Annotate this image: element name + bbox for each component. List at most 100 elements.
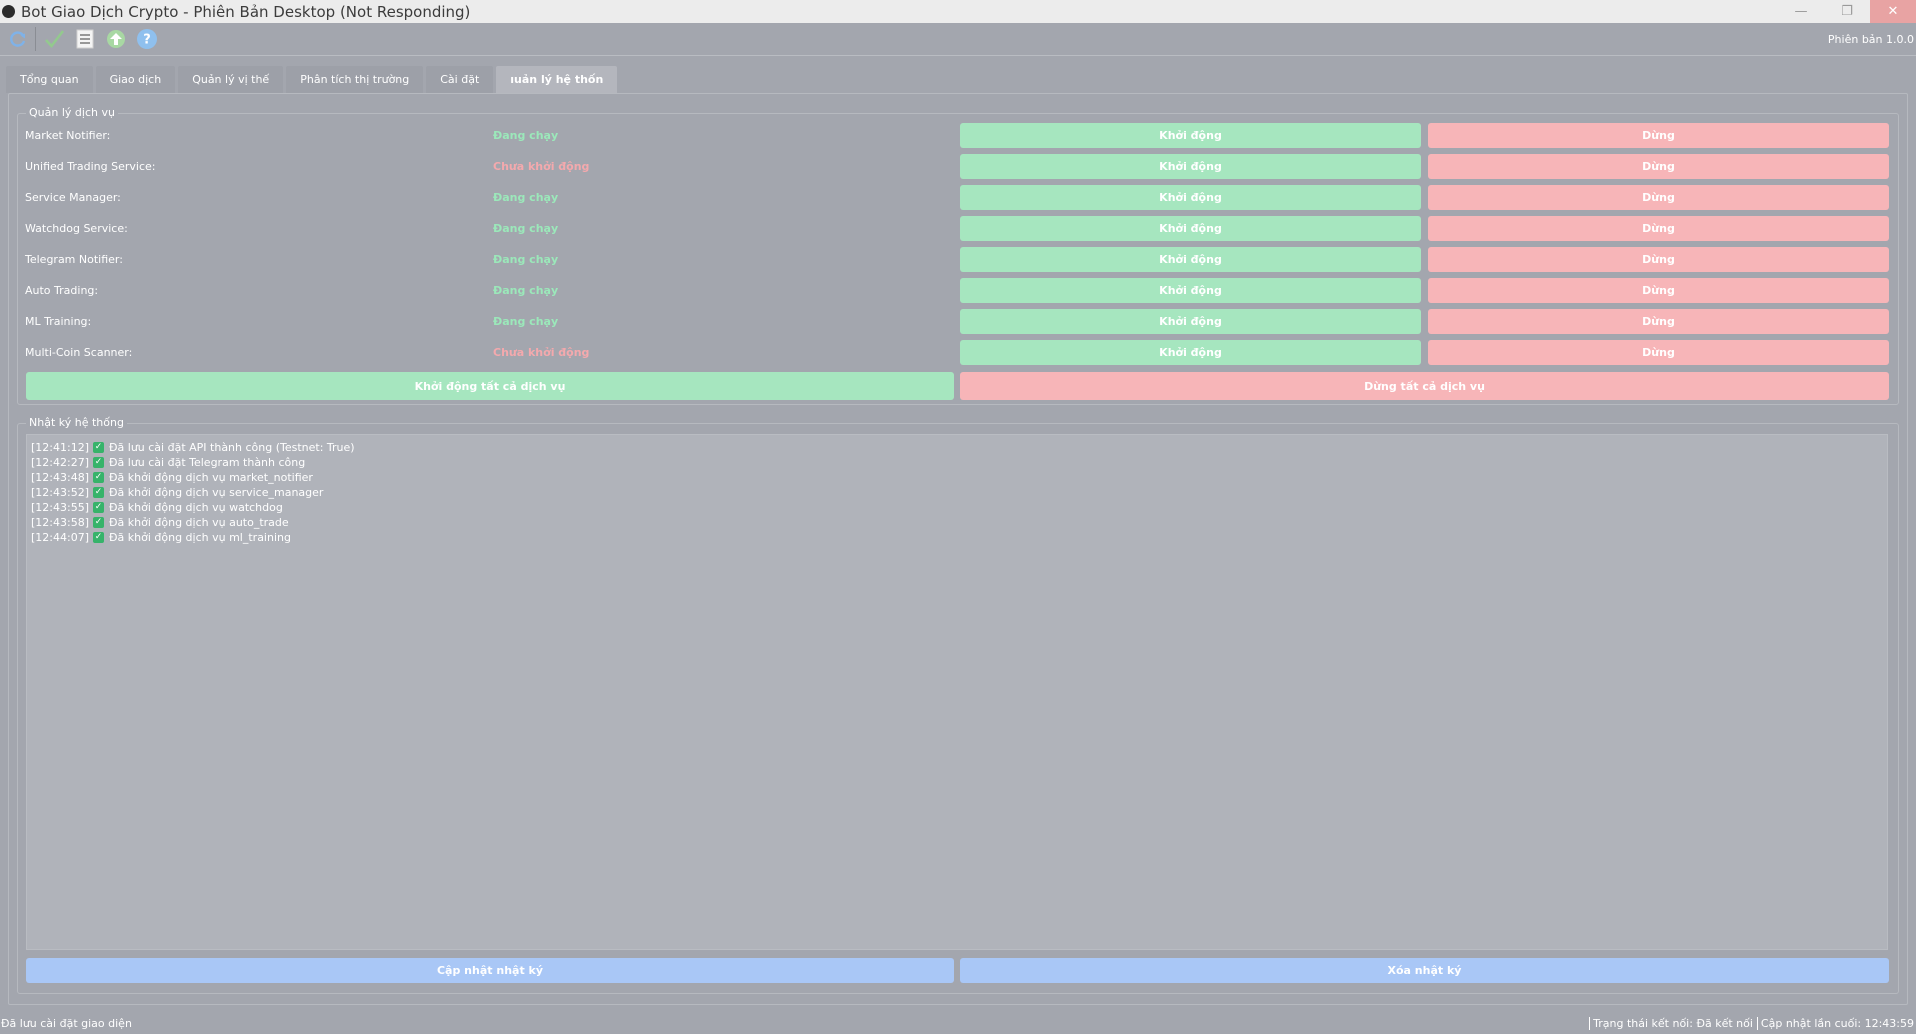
upload-arrow-icon[interactable] <box>103 26 129 52</box>
service-status: Đang chạy <box>493 129 559 142</box>
log-message: Đã lưu cài đặt Telegram thành công <box>109 456 306 469</box>
log-entry: [12:43:48] ✓ Đã khởi động dịch vụ market… <box>31 470 1883 485</box>
service-status: Đang chạy <box>493 315 559 328</box>
log-message: Đã khởi động dịch vụ market_notifier <box>109 471 313 484</box>
tab-settings[interactable]: Cài đặt <box>426 66 494 93</box>
start-button[interactable]: Khởi động <box>960 278 1421 303</box>
system-log-textarea[interactable]: [12:41:12] ✓ Đã lưu cài đặt API thành cô… <box>26 434 1888 950</box>
close-button[interactable]: ✕ <box>1870 0 1916 23</box>
stop-button[interactable]: Dừng <box>1428 247 1889 272</box>
service-status: Đang chạy <box>493 284 559 297</box>
checkmark-icon: ✓ <box>93 472 104 483</box>
start-button[interactable]: Khởi động <box>960 340 1421 365</box>
log-entry: [12:41:12] ✓ Đã lưu cài đặt API thành cô… <box>31 440 1883 455</box>
checkmark-icon: ✓ <box>93 457 104 468</box>
service-status: Đang chạy <box>493 222 559 235</box>
tab-market-analysis[interactable]: Phân tích thị trường <box>286 66 424 93</box>
clear-log-button[interactable]: Xóa nhật ký <box>960 958 1889 983</box>
status-bar: Đã lưu cài đặt giao diện Trạng thái kết … <box>0 1013 1916 1034</box>
log-message: Đã khởi động dịch vụ auto_trade <box>109 516 289 529</box>
service-name: Service Manager: <box>25 191 121 204</box>
connection-status: Trạng thái kết nối: Đã kết nối <box>1589 1017 1753 1030</box>
app-icon <box>2 5 15 18</box>
service-row-watchdog: Watchdog Service: Đang chạy Khởi động Dừ… <box>25 216 1889 241</box>
service-name: Telegram Notifier: <box>25 253 123 266</box>
service-row-auto-trading: Auto Trading: Đang chạy Khởi động Dừng <box>25 278 1889 303</box>
service-status: Đang chạy <box>493 191 559 204</box>
service-status: Chưa khởi động <box>493 160 590 173</box>
tab-system-management[interactable]: ıuản lý hệ thốn <box>496 66 618 93</box>
log-timestamp: [12:43:55] <box>31 501 89 514</box>
help-icon[interactable]: ? <box>134 26 160 52</box>
checkmark-icon: ✓ <box>93 502 104 513</box>
status-right: Trạng thái kết nối: Đã kết nối Cập nhật … <box>1585 1017 1914 1030</box>
log-message: Đã khởi động dịch vụ service_manager <box>109 486 324 499</box>
start-button[interactable]: Khởi động <box>960 185 1421 210</box>
maximize-button[interactable]: ❐ <box>1824 0 1870 23</box>
service-name: Multi-Coin Scanner: <box>25 346 133 359</box>
service-row-multi-coin-scanner: Multi-Coin Scanner: Chưa khởi động Khởi … <box>25 340 1889 365</box>
service-row-service-manager: Service Manager: Đang chạy Khởi động Dừn… <box>25 185 1889 210</box>
log-message: Đã lưu cài đặt API thành công (Testnet: … <box>109 441 355 454</box>
stop-button[interactable]: Dừng <box>1428 340 1889 365</box>
log-timestamp: [12:42:27] <box>31 456 89 469</box>
title-bar: Bot Giao Dịch Crypto - Phiên Bản Desktop… <box>0 0 1916 23</box>
service-row-telegram-notifier: Telegram Notifier: Đang chạy Khởi động D… <box>25 247 1889 272</box>
services-group-title: Quản lý dịch vụ <box>26 106 118 119</box>
refresh-icon[interactable] <box>5 26 31 52</box>
service-name: Market Notifier: <box>25 129 111 142</box>
service-status: Đang chạy <box>493 253 559 266</box>
stop-all-services-button[interactable]: Dừng tất cả dịch vụ <box>960 372 1889 400</box>
checkmark-icon: ✓ <box>93 487 104 498</box>
tab-bar: Tổng quan Giao dịch Quản lý vị thế Phân … <box>6 66 618 93</box>
start-button[interactable]: Khởi động <box>960 123 1421 148</box>
service-name: ML Training: <box>25 315 92 328</box>
stop-button[interactable]: Dừng <box>1428 278 1889 303</box>
start-button[interactable]: Khởi động <box>960 309 1421 334</box>
tab-overview[interactable]: Tổng quan <box>6 66 93 93</box>
checkmark-icon: ✓ <box>93 517 104 528</box>
service-name: Auto Trading: <box>25 284 99 297</box>
log-entry: [12:42:27] ✓ Đã lưu cài đặt Telegram thà… <box>31 455 1883 470</box>
list-icon[interactable] <box>72 26 98 52</box>
start-button[interactable]: Khởi động <box>960 154 1421 179</box>
stop-button[interactable]: Dừng <box>1428 154 1889 179</box>
service-name: Watchdog Service: <box>25 222 128 235</box>
check-icon[interactable] <box>41 26 67 52</box>
log-message: Đã khởi động dịch vụ watchdog <box>109 501 283 514</box>
svg-text:?: ? <box>143 33 151 48</box>
minimize-button[interactable]: — <box>1778 0 1824 23</box>
service-row-market-notifier: Market Notifier: Đang chạy Khởi động Dừn… <box>25 123 1889 148</box>
log-timestamp: [12:44:07] <box>31 531 89 544</box>
log-timestamp: [12:43:48] <box>31 471 89 484</box>
service-name: Unified Trading Service: <box>25 160 156 173</box>
log-timestamp: [12:41:12] <box>31 441 89 454</box>
stop-button[interactable]: Dừng <box>1428 216 1889 241</box>
stop-button[interactable]: Dừng <box>1428 123 1889 148</box>
log-entry: [12:43:52] ✓ Đã khởi động dịch vụ servic… <box>31 485 1883 500</box>
tab-trading[interactable]: Giao dịch <box>95 66 176 93</box>
log-message: Đã khởi động dịch vụ ml_training <box>109 531 291 544</box>
last-update-status: Cập nhật lần cuối: 12:43:59 <box>1756 1017 1914 1030</box>
window-title: Bot Giao Dịch Crypto - Phiên Bản Desktop… <box>21 2 471 21</box>
refresh-log-button[interactable]: Cập nhật nhật ký <box>26 958 954 983</box>
stop-button[interactable]: Dừng <box>1428 185 1889 210</box>
stop-button[interactable]: Dừng <box>1428 309 1889 334</box>
toolbar: ? Phiên bản 1.0.0 <box>0 23 1916 56</box>
service-row-unified-trading: Unified Trading Service: Chưa khởi động … <box>25 154 1889 179</box>
status-message: Đã lưu cài đặt giao diện <box>1 1017 132 1030</box>
log-entry: [12:43:55] ✓ Đã khởi động dịch vụ watchd… <box>31 500 1883 515</box>
tab-positions[interactable]: Quản lý vị thế <box>178 66 284 93</box>
start-all-services-button[interactable]: Khởi động tất cả dịch vụ <box>26 372 954 400</box>
window-controls: — ❐ ✕ <box>1778 0 1916 23</box>
log-entry: [12:43:58] ✓ Đã khởi động dịch vụ auto_t… <box>31 515 1883 530</box>
start-button[interactable]: Khởi động <box>960 247 1421 272</box>
service-status: Chưa khởi động <box>493 346 590 359</box>
version-label: Phiên bản 1.0.0 <box>1827 33 1914 46</box>
checkmark-icon: ✓ <box>93 442 104 453</box>
log-entry: [12:44:07] ✓ Đã khởi động dịch vụ ml_tra… <box>31 530 1883 545</box>
toolbar-separator <box>35 27 36 51</box>
service-row-ml-training: ML Training: Đang chạy Khởi động Dừng <box>25 309 1889 334</box>
system-log-group-title: Nhật ký hệ thống <box>26 416 127 429</box>
start-button[interactable]: Khởi động <box>960 216 1421 241</box>
